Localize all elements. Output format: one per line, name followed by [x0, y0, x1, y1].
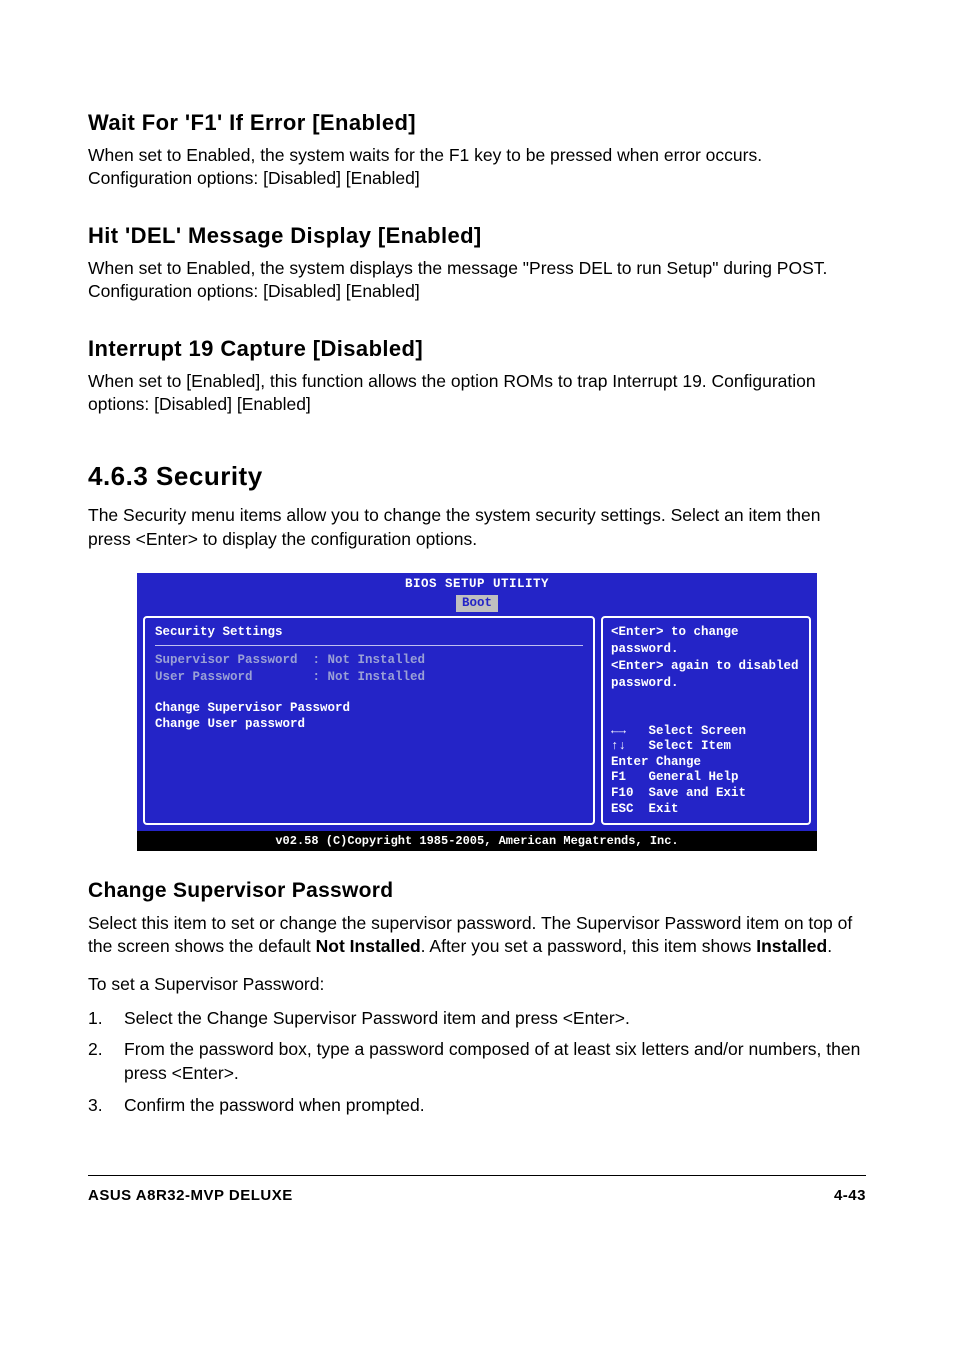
heading-change-supervisor: Change Supervisor Password	[88, 877, 866, 905]
bios-change-user: Change User password	[155, 716, 583, 733]
heading-wait-f1: Wait For 'F1' If Error [Enabled]	[88, 108, 866, 138]
step-number: 1.	[88, 1007, 124, 1031]
bios-left-panel: Security Settings Supervisor Password : …	[143, 616, 595, 825]
csp-installed: Installed	[756, 936, 827, 956]
body-wait-f1: When set to Enabled, the system waits fo…	[88, 144, 866, 191]
steps-list: 1.Select the Change Supervisor Password …	[88, 1007, 866, 1118]
bios-section-heading: Security Settings	[155, 624, 583, 646]
footer-page-number: 4-43	[834, 1186, 866, 1206]
section-intro: The Security menu items allow you to cha…	[88, 504, 866, 551]
csp-paragraph: Select this item to set or change the su…	[88, 912, 866, 959]
list-item: 1.Select the Change Supervisor Password …	[88, 1007, 866, 1031]
list-item: 2.From the password box, type a password…	[88, 1038, 866, 1085]
step-number: 3.	[88, 1094, 124, 1118]
section-heading-security: 4.6.3 Security	[88, 459, 866, 494]
heading-hit-del: Hit 'DEL' Message Display [Enabled]	[88, 221, 866, 251]
bios-utility-label: BIOS SETUP UTILITY	[137, 576, 817, 593]
bios-change-supervisor: Change Supervisor Password	[155, 700, 583, 717]
footer-product: ASUS A8R32-MVP DELUXE	[88, 1186, 293, 1206]
step-text: From the password box, type a password c…	[124, 1038, 866, 1085]
step-text: Confirm the password when prompted.	[124, 1094, 425, 1118]
heading-int19: Interrupt 19 Capture [Disabled]	[88, 334, 866, 364]
bios-user-status: User Password : Not Installed	[155, 669, 583, 686]
bios-screenshot: BIOS SETUP UTILITY Boot Security Setting…	[137, 573, 817, 851]
step-text: Select the Change Supervisor Password it…	[124, 1007, 630, 1031]
bios-help-text: <Enter> to change password. <Enter> agai…	[611, 624, 801, 692]
body-hit-del: When set to Enabled, the system displays…	[88, 257, 866, 304]
list-item: 3.Confirm the password when prompted.	[88, 1094, 866, 1118]
bios-copyright: v02.58 (C)Copyright 1985-2005, American …	[137, 831, 817, 851]
bios-supervisor-status: Supervisor Password : Not Installed	[155, 652, 583, 669]
bios-nav-hints: ←→ Select Screen ↑↓ Select Item Enter Ch…	[611, 724, 801, 818]
csp-not-installed: Not Installed	[316, 936, 421, 956]
bios-title-bar: BIOS SETUP UTILITY Boot	[137, 573, 817, 612]
page-footer: ASUS A8R32-MVP DELUXE 4-43	[88, 1175, 866, 1206]
steps-intro: To set a Supervisor Password:	[88, 973, 866, 997]
csp-p1e: .	[827, 936, 832, 956]
bios-right-panel: <Enter> to change password. <Enter> agai…	[601, 616, 811, 825]
csp-p1c: . After you set a password, this item sh…	[421, 936, 757, 956]
bios-tab-boot: Boot	[456, 595, 498, 612]
step-number: 2.	[88, 1038, 124, 1085]
body-int19: When set to [Enabled], this function all…	[88, 370, 866, 417]
